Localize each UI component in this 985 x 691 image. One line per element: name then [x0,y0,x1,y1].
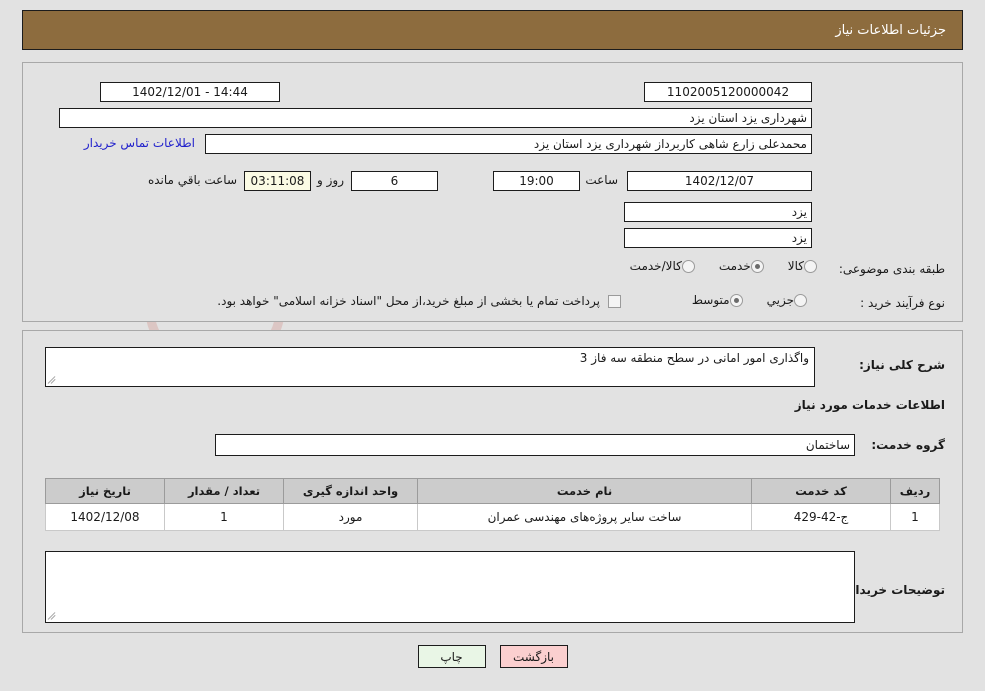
print-button[interactable]: چاپ [417,645,486,668]
buyer-notes-textarea[interactable] [45,551,855,623]
service-group-field[interactable]: ساختمان [215,434,855,456]
col-need-date: تاریخ نیاز [45,478,165,504]
category-label: طبقه بندی موضوعی: [838,262,945,276]
category-radio-kala-khedmat[interactable] [681,259,695,273]
cell-service-code: ج-42-429 [751,503,891,531]
cell-quantity: 1 [164,503,284,531]
services-table: ردیف کد خدمت نام خدمت واحد اندازه گیری ت… [45,478,940,531]
col-unit: واحد اندازه گیری [283,478,418,504]
hours-remaining-countdown: 03:11:08 [244,171,311,191]
cell-service-name: ساخت سایر پروژه‌های مهندسی عمران [417,503,752,531]
table-header-row: ردیف کد خدمت نام خدمت واحد اندازه گیری ت… [45,478,940,504]
col-service-code: کد خدمت [751,478,891,504]
creator-field[interactable]: محمدعلی زارع شاهی کاربرداز شهرداری یزد ا… [205,134,812,154]
buyer-notes-label: توضیحات خریدار: [843,583,945,597]
resize-grip-icon-notes [47,612,57,621]
buyer-org-field[interactable]: شهرداری یزد استان یزد [59,108,812,128]
category-radio-khedmat[interactable] [750,259,764,273]
category-label-kala: کالا [787,259,804,273]
footer-button-bar: بازگشت چاپ [0,645,985,668]
need-number-field[interactable]: 1102005120000042 [644,82,812,102]
page-title: جزئیات اطلاعات نیاز [835,22,946,38]
col-service-name: نام خدمت [417,478,752,504]
category-radio-group: کالا خدمت کالا/خدمت [620,259,817,273]
deadline-time-field[interactable]: 19:00 [493,171,580,191]
deadline-date-field[interactable]: 1402/12/07 [627,171,812,191]
col-quantity: تعداد / مقدار [164,478,284,504]
category-label-khedmat: خدمت [718,259,751,273]
resize-grip-icon [47,376,57,385]
process-radio-jozi[interactable] [794,293,807,307]
public-announce-field[interactable]: 1402/12/01 - 14:44 [100,82,280,102]
hour-label: ساعت [585,173,618,187]
days-label: روز و [317,173,344,187]
cell-row-no: 1 [890,503,940,531]
need-summary-value: واگذاری امور امانی در سطح منطقه سه فاز 3 [579,351,809,365]
buyer-contact-link[interactable]: اطلاعات تماس خریدار [84,136,195,150]
need-summary-label: شرح کلی نیاز: [859,358,945,372]
treasury-payment-checkbox[interactable] [608,294,621,308]
category-label-kala-khedmat: کالا/خدمت [629,259,682,273]
days-remaining-field[interactable]: 6 [351,171,438,191]
services-section-title: اطلاعات خدمات مورد نیاز [794,398,945,412]
city-field[interactable]: یزد [624,228,812,248]
process-label: نوع فرآیند خرید : [860,296,945,310]
treasury-payment-row: پرداخت تمام یا بخشی از مبلغ خرید،از محل … [217,294,621,308]
province-field[interactable]: یزد [624,202,812,222]
process-label-jozi: جزیي [766,293,794,307]
process-radio-motevaset[interactable] [729,293,743,307]
process-radio-group: جزیي متوسط [682,293,807,307]
col-row-no: ردیف [890,478,940,504]
page-header-bar: جزئیات اطلاعات نیاز [22,10,963,50]
cell-need-date: 1402/12/08 [45,503,165,531]
need-summary-textarea[interactable]: واگذاری امور امانی در سطح منطقه سه فاز 3 [45,347,815,387]
process-label-motevaset: متوسط [691,293,730,307]
treasury-payment-text: پرداخت تمام یا بخشی از مبلغ خرید،از محل … [217,294,600,308]
table-row: 1 ج-42-429 ساخت سایر پروژه‌های مهندسی عم… [45,503,940,531]
cell-unit: مورد [283,503,418,531]
service-group-label: گروه خدمت: [871,438,945,452]
remaining-suffix-label: ساعت باقي مانده [147,173,237,187]
back-button[interactable]: بازگشت [499,645,568,668]
category-radio-kala[interactable] [804,259,817,273]
